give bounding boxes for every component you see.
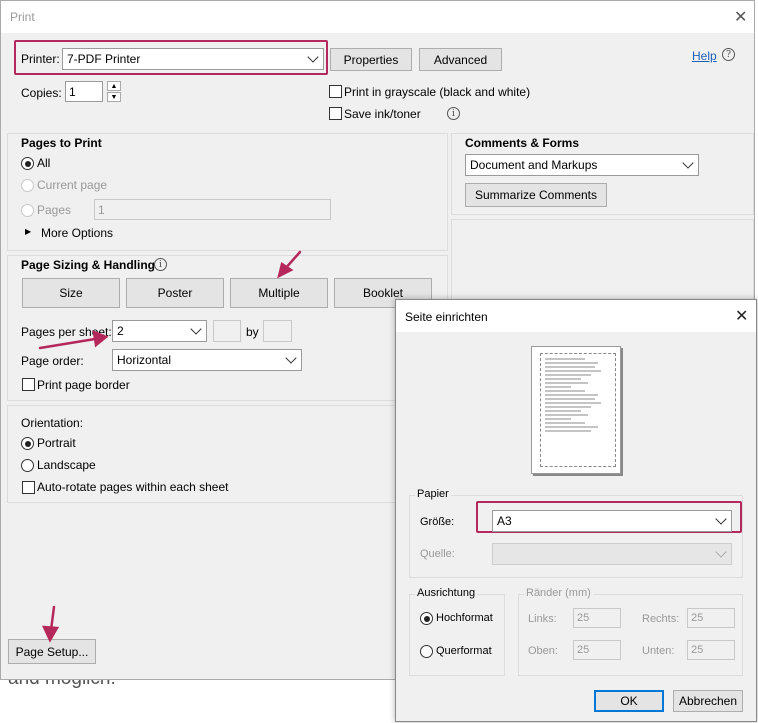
- page-setup-dialog: Seite einrichten ✕ Papier Größe: A3 Quel…: [395, 299, 757, 722]
- source-select[interactable]: [492, 543, 732, 565]
- margins-group-label: Ränder (mm): [524, 587, 593, 599]
- cancel-button[interactable]: Abbrechen: [673, 690, 743, 712]
- size-label: Größe:: [420, 516, 455, 528]
- paper-group-label: Papier: [415, 488, 451, 500]
- chevron-down-icon: [715, 513, 727, 525]
- querformat-label: Querformat: [436, 645, 492, 657]
- size-select-value: A3: [497, 514, 512, 528]
- right-margin-value: 25: [691, 612, 704, 624]
- querformat-radio[interactable]: [420, 645, 433, 658]
- size-select[interactable]: A3: [492, 510, 732, 532]
- top-margin-value: 25: [577, 644, 590, 656]
- annotation-arrow-icon: [41, 625, 60, 643]
- orientation-group: [409, 594, 505, 676]
- setup-title: Seite einrichten: [405, 310, 488, 324]
- right-margin-input[interactable]: 25: [687, 608, 735, 628]
- bottom-margin-value: 25: [691, 644, 704, 656]
- annotation-arrow-icon: [92, 329, 109, 348]
- right-margin-label: Rechts:: [642, 613, 680, 625]
- annotation-arrow-icon: [38, 337, 97, 350]
- orientation-group-label: Ausrichtung: [415, 587, 478, 599]
- paper-preview-content: [540, 353, 616, 467]
- paper-preview: [531, 346, 621, 474]
- top-margin-label: Oben:: [528, 645, 558, 657]
- source-label: Quelle:: [420, 548, 455, 560]
- left-margin-value: 25: [577, 612, 590, 624]
- left-margin-input[interactable]: 25: [573, 608, 621, 628]
- close-icon[interactable]: ✕: [735, 306, 748, 326]
- bottom-margin-label: Unten:: [642, 645, 675, 657]
- left-margin-label: Links:: [528, 613, 557, 625]
- hochformat-label: Hochformat: [436, 612, 493, 624]
- top-margin-input[interactable]: 25: [573, 640, 621, 660]
- hochformat-radio[interactable]: [420, 612, 433, 625]
- bottom-margin-input[interactable]: 25: [687, 640, 735, 660]
- ok-button[interactable]: OK: [594, 690, 664, 712]
- margins-group: [518, 594, 743, 676]
- chevron-down-icon: [715, 546, 727, 558]
- setup-titlebar: Seite einrichten ✕: [396, 300, 756, 332]
